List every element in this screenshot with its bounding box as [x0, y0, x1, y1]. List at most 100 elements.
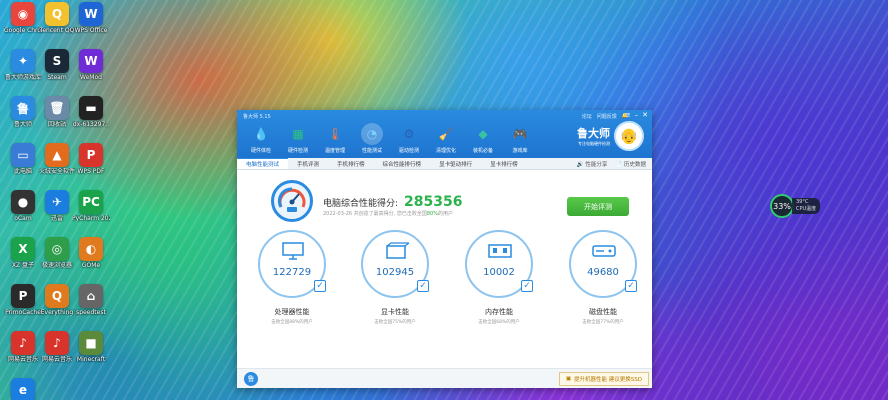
nav-label: 游戏库	[512, 148, 528, 154]
disk-icon	[591, 242, 617, 260]
score-area: 电脑综合性能得分: 285356 2022-03-26 共创造了最高得分, 您已…	[237, 170, 652, 230]
nav-item[interactable]: 🌡 温度管理	[319, 123, 351, 154]
score-ring: 102945 ✓	[361, 230, 429, 298]
tab[interactable]: 显卡排行榜	[481, 158, 527, 169]
card-score: 102945	[375, 267, 415, 278]
app-icon: e	[11, 378, 35, 400]
history-button[interactable]: 📄 历史数据	[615, 160, 646, 168]
performance-card[interactable]: 49680 ✓ 磁盘性能 击败全国77%的用户	[563, 230, 643, 325]
forum-link[interactable]: 论坛	[582, 113, 592, 120]
desktop-icon[interactable]: 🗑 回收站	[38, 96, 76, 128]
card-subtitle: 击败全国68%的用户	[478, 320, 520, 325]
app-icon: S	[45, 49, 69, 73]
desktop-icon[interactable]: ▬ dx-613297..	[72, 96, 110, 128]
desktop-icon[interactable]: ▲ 火绒安全软件	[38, 143, 76, 175]
share-button[interactable]: 🔊 性能分享	[577, 160, 608, 168]
desktop-icon-label: 火绒安全软件	[38, 168, 75, 175]
desktop-icon[interactable]: X XZ 盘子	[4, 237, 42, 269]
tab[interactable]: 电脑性能测试	[237, 158, 289, 169]
score-percent: 80%	[426, 211, 438, 217]
desktop-icon-label: 鲁大师	[13, 121, 32, 128]
desktop-icon-label: Everything	[40, 309, 74, 316]
nav-item[interactable]: 🧹 清理优化	[430, 123, 462, 154]
card-name: 内存性能	[485, 308, 513, 316]
desktop-icon[interactable]: ◐ GOMe	[72, 237, 110, 269]
desktop-icon-label: WPS PDF	[77, 168, 105, 175]
check-icon: ✓	[417, 280, 429, 292]
close-icon[interactable]: ✕	[642, 111, 648, 119]
desktop-icon[interactable]: ◎ 极速浏览器	[38, 237, 76, 269]
desktop-icon[interactable]: PCPyCharm 2021.3.2	[72, 190, 110, 222]
desktop-icon[interactable]: P WPS PDF	[72, 143, 110, 175]
performance-card[interactable]: 102945 ✓ 显卡性能 击败全国75%的用户	[355, 230, 435, 325]
desktop-icon[interactable]: ■ Minecraft	[72, 331, 110, 363]
tab[interactable]: 显卡驱动排行	[430, 158, 481, 169]
desktop-icon-label: GOMe	[81, 262, 101, 269]
minimize-icon[interactable]: –	[635, 111, 639, 119]
card-name: 磁盘性能	[589, 308, 617, 316]
tab[interactable]: 手机排行榜	[328, 158, 374, 169]
cpu-temp-widget[interactable]: 33% 39°C CPU温度	[770, 194, 821, 218]
start-evaluation-button[interactable]: 开始评测	[567, 197, 629, 216]
nav-icon: 💧	[253, 127, 269, 141]
cpu-temp-label: CPU温度	[796, 206, 817, 212]
app-icon: ♪	[11, 331, 35, 355]
app-icon: ●	[11, 190, 35, 214]
performance-card[interactable]: 10002 ✓ 内存性能 击败全国68%的用户	[459, 230, 539, 325]
window-title: 鲁大师 5.15	[243, 114, 271, 120]
bottom-bar: 鲁 ▣ 提升机器性能 建议更换SSD	[237, 368, 652, 388]
feedback-link[interactable]: 问题反馈	[597, 113, 617, 120]
app-icon: ▬	[79, 96, 103, 120]
card-score: 49680	[587, 267, 619, 278]
tab[interactable]: 手机评测	[288, 158, 328, 169]
nav-item[interactable]: 💧 硬件体检	[245, 123, 277, 154]
desktop-icon[interactable]: Q Tencent QQ	[38, 2, 76, 34]
card-subtitle: 击败全国75%的用户	[374, 320, 416, 325]
card-subtitle: 击败全国88%的用户	[271, 320, 313, 325]
nav-item[interactable]: 🎮 游戏库	[504, 123, 536, 154]
score-sub-suffix: 的用户	[437, 211, 453, 217]
desktop-icon[interactable]: W WeMod	[72, 49, 110, 81]
app-icon: ▲	[45, 143, 69, 167]
app-icon: 🗑	[45, 96, 69, 120]
desktop-icon[interactable]: ✈ 迅雷	[38, 190, 76, 222]
nav-item[interactable]: ◔ 性能测试	[356, 123, 388, 154]
app-icon: PC	[79, 190, 103, 214]
card-subtitle: 击败全国77%的用户	[582, 320, 624, 325]
desktop-icon[interactable]: eEdge	[4, 378, 42, 400]
app-icon: W	[79, 2, 103, 26]
desktop-icon[interactable]: 鲁鲁大师	[4, 96, 42, 128]
desktop-icon[interactable]: W WPS Office	[72, 2, 110, 34]
app-icon: ♪	[45, 331, 69, 355]
nav-item[interactable]: ▦ 硬件检测	[282, 123, 314, 154]
desktop-icon-label: PrimoCache	[5, 309, 41, 316]
sub-tabs: 电脑性能测试 手机评测 手机排行榜 综合性能排行榜 显卡驱动排行 显卡排行榜 🔊 性能分享…	[237, 158, 652, 170]
desktop-icon-label: 极速浏览器	[41, 262, 72, 269]
desktop-icon[interactable]: P PrimoCache	[4, 284, 42, 316]
cpu-usage: 33%	[770, 194, 794, 218]
desktop-icon-label: 回收站	[47, 121, 66, 128]
nav-item[interactable]: ◆ 装机必备	[467, 123, 499, 154]
app-icon: ✦	[11, 49, 35, 73]
cpu-icon	[280, 242, 306, 260]
desktop-icon[interactable]: ● oCam	[4, 190, 42, 222]
app-icon: P	[79, 143, 103, 167]
nav-label: 驱动检测	[398, 148, 419, 154]
app-icon: ■	[79, 331, 103, 355]
desktop-icon-label: XZ 盘子	[11, 262, 35, 269]
menu-icon[interactable]: ≡	[625, 111, 631, 119]
desktop-icon[interactable]: ▭ 此电脑	[4, 143, 42, 175]
ssd-promo[interactable]: ▣ 提升机器性能 建议更换SSD	[558, 372, 649, 386]
nav-item[interactable]: ⚙ 驱动检测	[393, 123, 425, 154]
desktop-icon[interactable]: ✦ 鲁大师游戏库	[4, 49, 42, 81]
tab[interactable]: 综合性能排行榜	[374, 158, 431, 169]
desktop-icon[interactable]: S Steam	[38, 49, 76, 81]
desktop-icon[interactable]: ⌂ speedtest	[72, 284, 110, 316]
desktop-icon[interactable]: ♪ 网易云音乐	[4, 331, 42, 363]
total-score: 285356	[404, 194, 463, 210]
desktop-icon[interactable]: ◉Google Chrome	[4, 2, 42, 34]
performance-card[interactable]: 122729 ✓ 处理器性能 击败全国88%的用户	[252, 230, 332, 325]
desktop-icon[interactable]: ♪ 网易云音乐	[38, 331, 76, 363]
brand-subtitle: 专注电脑硬件检测	[578, 141, 610, 146]
desktop-icon[interactable]: Q Everything	[38, 284, 76, 316]
